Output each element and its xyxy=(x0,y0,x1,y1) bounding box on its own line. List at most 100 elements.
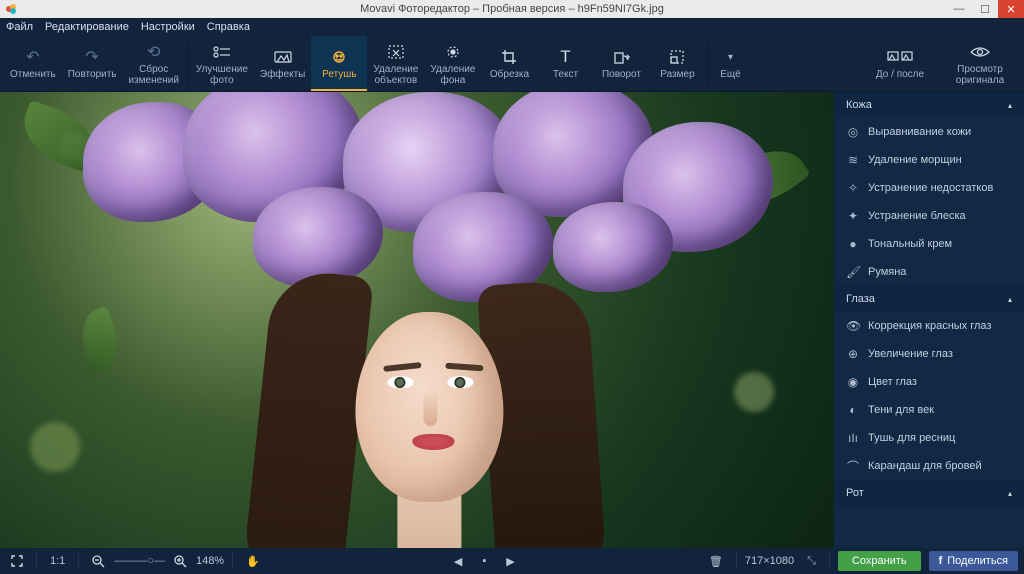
section-mouth-header[interactable]: Рот ▴ xyxy=(834,480,1024,506)
fit-ratio-button[interactable]: 1:1 xyxy=(45,552,70,570)
red-eye-item[interactable]: 👁Коррекция красных глаз xyxy=(834,312,1024,340)
effects-button[interactable]: Эффекты xyxy=(254,36,311,91)
canvas-area[interactable] xyxy=(0,92,834,548)
foundation-item[interactable]: ●Тональный крем xyxy=(834,230,1024,258)
text-button[interactable]: T Текст xyxy=(537,36,593,91)
next-image-button[interactable]: ▶ xyxy=(501,552,519,571)
facebook-icon: f xyxy=(939,555,943,567)
shine-removal-item[interactable]: ✦Устранение блеска xyxy=(834,202,1024,230)
window-close-button[interactable]: ✕ xyxy=(998,0,1024,18)
main-toolbar: ↶ Отменить ↷ Повторить ⟲ Сброс изменений… xyxy=(0,36,1024,92)
sparkle-icon: ✧ xyxy=(846,181,860,195)
undo-icon: ↶ xyxy=(26,46,39,68)
waves-icon: ≋ xyxy=(846,153,860,167)
chevron-up-icon: ▴ xyxy=(1008,101,1012,110)
share-button[interactable]: fПоделиться xyxy=(929,551,1018,571)
effects-icon xyxy=(274,46,292,68)
image-dimensions: 717×1080 xyxy=(745,555,794,567)
remove-objects-icon xyxy=(387,41,405,63)
rotate-button[interactable]: Поворот xyxy=(593,36,649,91)
section-mouth-title: Рот xyxy=(846,487,864,499)
view-original-label: Просмотр оригинала xyxy=(956,65,1004,86)
more-button[interactable]: ▾ Ещё xyxy=(710,36,750,91)
enlarge-icon: ⊕ xyxy=(846,347,860,361)
section-skin-title: Кожа xyxy=(846,99,872,111)
retouch-button[interactable]: Ретушь xyxy=(311,36,367,91)
window-maximize-button[interactable]: ☐ xyxy=(972,0,998,18)
before-after-icon xyxy=(887,46,913,68)
section-eyes-title: Глаза xyxy=(846,293,875,305)
eye-icon: ◉ xyxy=(846,375,860,389)
stop-button[interactable]: ▪ xyxy=(477,552,491,571)
chevron-down-icon: ▾ xyxy=(728,46,733,68)
star-icon: ✦ xyxy=(846,209,860,223)
mascara-item[interactable]: ıIıТушь для ресниц xyxy=(834,424,1024,452)
view-original-button[interactable]: Просмотр оригинала xyxy=(940,36,1020,91)
fullscreen-button[interactable] xyxy=(6,552,28,570)
window-titlebar: Movavi Фоторедактор – Пробная версия – h… xyxy=(0,0,1024,18)
retouch-panel: Кожа ▴ ◎Выравнивание кожи ≋Удаление морщ… xyxy=(834,92,1024,548)
enhance-icon xyxy=(212,41,232,63)
prev-image-button[interactable]: ◀ xyxy=(449,552,467,571)
menu-edit[interactable]: Редактирование xyxy=(45,21,129,33)
rotate-icon xyxy=(612,46,630,68)
remove-objects-label: Удаление объектов xyxy=(373,65,418,86)
eyebrow-pencil-item[interactable]: ⌒Карандаш для бровей xyxy=(834,452,1024,480)
crop-label: Обрезка xyxy=(490,70,529,81)
text-label: Текст xyxy=(553,70,578,81)
window-minimize-button[interactable]: — xyxy=(946,0,972,18)
zoom-controls: ———○— 148% xyxy=(87,552,224,571)
photo-canvas xyxy=(0,92,834,548)
eyeshadow-item[interactable]: ◐Тени для век xyxy=(834,396,1024,424)
redo-button[interactable]: ↷ Повторить xyxy=(62,36,123,91)
window-title: Movavi Фоторедактор – Пробная версия – h… xyxy=(360,3,664,15)
menu-help[interactable]: Справка xyxy=(207,21,250,33)
zoom-in-button[interactable] xyxy=(169,552,192,571)
blemish-removal-item[interactable]: ✧Устранение недостатков xyxy=(834,174,1024,202)
before-after-button[interactable]: До / после xyxy=(860,36,940,91)
before-after-label: До / после xyxy=(876,70,924,81)
brush-icon: 🖌 xyxy=(846,265,860,279)
eye-color-item[interactable]: ◉Цвет глаз xyxy=(834,368,1024,396)
blush-item[interactable]: 🖌Румяна xyxy=(834,258,1024,286)
menu-file[interactable]: Файл xyxy=(6,21,33,33)
drop-icon: ● xyxy=(846,237,860,251)
redo-label: Повторить xyxy=(68,70,117,81)
crop-button[interactable]: Обрезка xyxy=(481,36,537,91)
save-button[interactable]: Сохранить xyxy=(838,551,921,571)
more-label: Ещё xyxy=(720,70,740,81)
enhance-button[interactable]: Улучшение фото xyxy=(190,36,254,91)
skin-smoothing-item[interactable]: ◎Выравнивание кожи xyxy=(834,118,1024,146)
pencil-icon: ⌒ xyxy=(846,458,860,475)
status-bar: 1:1 ———○— 148% ✋ ◀ ▪ ▶ 🗑 717×1080 ⤡ Сохр… xyxy=(0,548,1024,574)
remove-objects-button[interactable]: Удаление объектов xyxy=(367,36,424,91)
reset-label: Сброс изменений xyxy=(129,65,179,86)
retouch-label: Ретушь xyxy=(322,70,356,81)
retouch-icon xyxy=(329,46,349,68)
section-eyes-header[interactable]: Глаза ▴ xyxy=(834,286,1024,312)
delete-button[interactable]: 🗑 xyxy=(704,552,728,571)
menu-bar: Файл Редактирование Настройки Справка xyxy=(0,18,1024,36)
zoom-out-button[interactable] xyxy=(87,552,110,571)
undo-button[interactable]: ↶ Отменить xyxy=(4,36,62,91)
remove-bg-button[interactable]: Удаление фона xyxy=(424,36,481,91)
effects-label: Эффекты xyxy=(260,70,305,81)
remove-bg-icon xyxy=(444,41,462,63)
resize-handle-icon[interactable]: ⤡ xyxy=(802,552,821,571)
mascara-icon: ıIı xyxy=(846,431,860,445)
reset-button[interactable]: ⟲ Сброс изменений xyxy=(123,36,185,91)
chevron-up-icon: ▴ xyxy=(1008,295,1012,304)
crop-icon xyxy=(501,46,517,68)
eye-icon: 👁 xyxy=(846,319,860,333)
menu-settings[interactable]: Настройки xyxy=(141,21,195,33)
size-icon xyxy=(669,46,685,68)
size-button[interactable]: Размер xyxy=(649,36,705,91)
hand-tool-button[interactable]: ✋ xyxy=(241,552,265,571)
section-skin-header[interactable]: Кожа ▴ xyxy=(834,92,1024,118)
app-logo xyxy=(4,1,20,17)
reset-icon: ⟲ xyxy=(147,41,160,63)
rotate-label: Поворот xyxy=(602,70,641,81)
wrinkle-removal-item[interactable]: ≋Удаление морщин xyxy=(834,146,1024,174)
palette-icon: ◐ xyxy=(846,403,860,417)
eye-enlarge-item[interactable]: ⊕Увеличение глаз xyxy=(834,340,1024,368)
